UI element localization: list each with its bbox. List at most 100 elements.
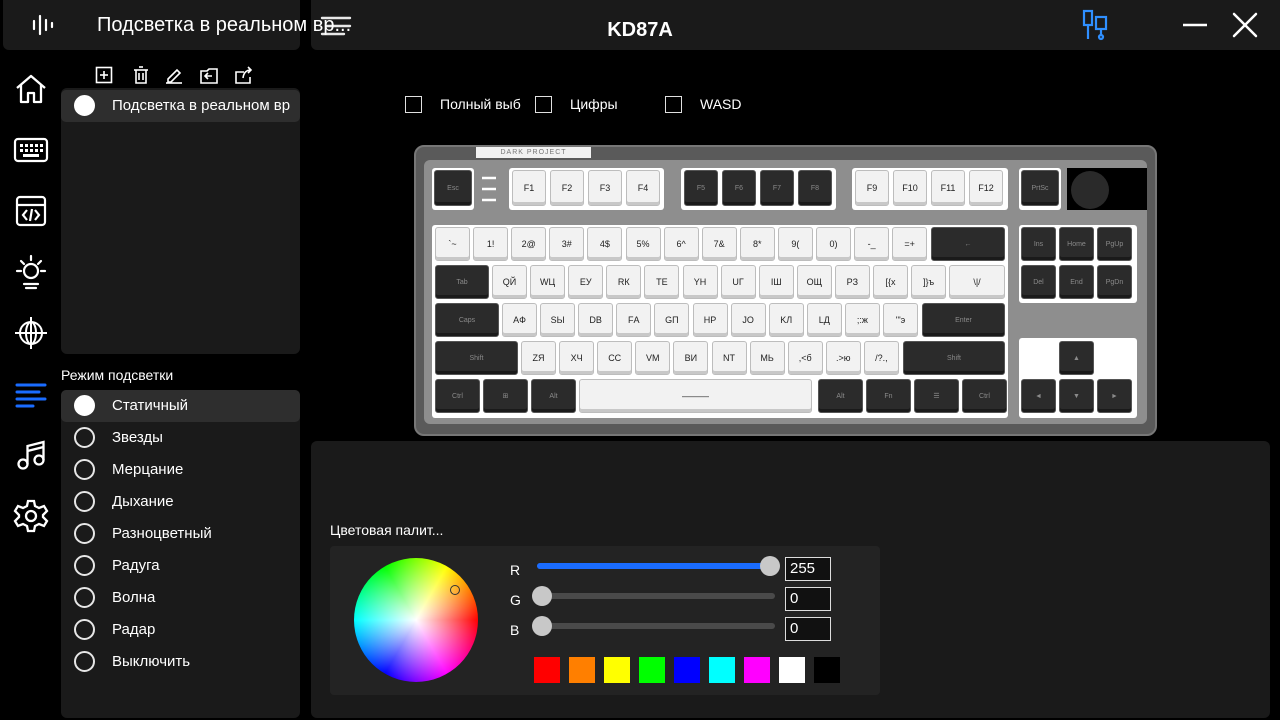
key[interactable]: Shift [903,341,1005,375]
rename-profile-icon[interactable] [165,66,183,84]
color-swatch[interactable] [604,657,630,683]
key[interactable]: HР [692,303,728,337]
color-swatch[interactable] [779,657,805,683]
key[interactable]: 3# [549,227,585,261]
key[interactable]: F7 [760,170,794,206]
network-globe-icon[interactable] [12,314,50,352]
key[interactable]: Alt [818,379,863,413]
key[interactable]: RК [606,265,642,299]
key[interactable]: DВ [578,303,614,337]
key[interactable]: F12 [969,170,1003,206]
key[interactable]: F9 [855,170,889,206]
key[interactable]: ⊞ [483,379,528,413]
color-swatch[interactable] [744,657,770,683]
key[interactable]: 7& [701,227,737,261]
mode-item[interactable]: Звезды [61,422,300,454]
r-slider-track[interactable] [537,563,775,569]
key[interactable]: NТ [711,341,747,375]
key[interactable]: YН [682,265,718,299]
key[interactable]: Alt [531,379,576,413]
wasd-checkbox[interactable] [665,96,682,113]
key[interactable]: Ins [1021,227,1056,261]
select-all-checkbox[interactable] [405,96,422,113]
mode-item[interactable]: Мерцание [61,454,300,486]
mode-item[interactable]: Радуга [61,550,300,582]
key[interactable]: JО [730,303,766,337]
mode-item[interactable]: Радар [61,614,300,646]
import-profile-icon[interactable] [200,66,218,84]
key[interactable]: EУ [568,265,604,299]
key[interactable]: BИ [673,341,709,375]
key[interactable]: UГ [720,265,756,299]
key[interactable]: 0) [816,227,851,261]
key[interactable]: XЧ [559,341,595,375]
key[interactable]: WЦ [530,265,566,299]
key[interactable]: MЬ [749,341,785,375]
color-swatch[interactable] [814,657,840,683]
keyboard-icon[interactable] [12,131,50,169]
key[interactable]: ——— [579,379,812,413]
key[interactable]: End [1059,265,1094,299]
key[interactable]: -_ [854,227,890,261]
key[interactable]: Caps [435,303,499,337]
key[interactable]: '"э [883,303,918,337]
key[interactable]: Enter [922,303,1005,337]
volume-knob[interactable] [1071,171,1109,209]
color-swatch[interactable] [709,657,735,683]
key[interactable]: Tab [435,265,489,299]
key[interactable]: Fn [866,379,911,413]
key[interactable]: PgUp [1097,227,1132,261]
color-wheel[interactable] [354,558,478,682]
key[interactable]: ← [931,227,1005,261]
color-swatch[interactable] [534,657,560,683]
key[interactable]: \|/ [949,265,1005,299]
key[interactable]: F2 [550,170,584,206]
mode-radio[interactable] [74,491,95,512]
key[interactable]: F8 [798,170,832,206]
light-effects-icon[interactable] [12,375,50,413]
key[interactable]: PrtSc [1021,170,1059,206]
key[interactable]: ;:ж [844,303,880,337]
minimize-icon[interactable] [1180,10,1210,40]
numbers-checkbox[interactable] [535,96,552,113]
key[interactable]: ,<б [787,341,823,375]
key[interactable]: ▼ [1059,379,1094,413]
key[interactable]: PgDn [1097,265,1132,299]
mode-item[interactable]: Статичный [61,390,300,422]
key[interactable]: 5% [625,227,661,261]
key[interactable]: Del [1021,265,1056,299]
key[interactable]: 8* [739,227,775,261]
key[interactable]: 9( [777,227,813,261]
key[interactable]: SЫ [540,303,576,337]
mode-radio[interactable] [74,619,95,640]
key[interactable]: F1 [512,170,546,206]
home-icon[interactable] [12,70,50,108]
profile-radio[interactable] [74,95,95,116]
music-icon[interactable] [12,436,50,474]
lighting-icon[interactable] [12,253,50,291]
key[interactable]: ZЯ [521,341,556,375]
key[interactable]: F4 [626,170,660,206]
mode-radio[interactable] [74,523,95,544]
mode-item[interactable]: Волна [61,582,300,614]
hamburger-icon[interactable] [318,12,354,40]
key[interactable]: Home [1059,227,1094,261]
mode-radio[interactable] [74,555,95,576]
g-slider-thumb[interactable] [532,586,552,606]
key[interactable]: ]}ъ [911,265,947,299]
key[interactable]: CС [597,341,633,375]
color-wheel-marker[interactable] [450,585,460,595]
mode-item[interactable]: Дыхание [61,486,300,518]
key[interactable]: FА [616,303,652,337]
key[interactable]: F10 [893,170,927,206]
key[interactable]: OЩ [796,265,832,299]
key[interactable]: Shift [435,341,518,375]
key[interactable]: IШ [758,265,794,299]
mode-item[interactable]: Разноцветный [61,518,300,550]
key[interactable]: VМ [635,341,671,375]
settings-gear-icon[interactable] [12,497,50,535]
macro-code-icon[interactable] [12,192,50,230]
color-swatch[interactable] [569,657,595,683]
key[interactable]: QЙ [492,265,527,299]
key[interactable]: F3 [588,170,622,206]
